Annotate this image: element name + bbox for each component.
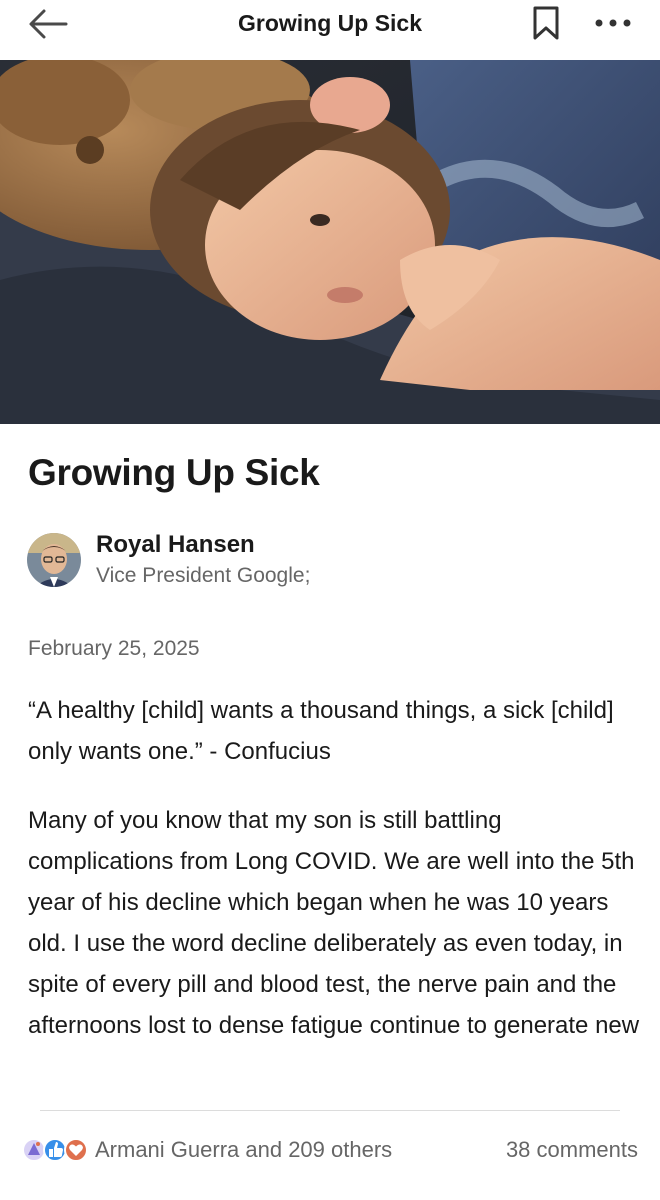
article-paragraph: Many of you know that my son is still ba… — [28, 807, 640, 1039]
header-title: Growing Up Sick — [237, 10, 423, 36]
publish-date: February 25, 2025 — [28, 637, 200, 660]
hero-photo — [0, 60, 660, 424]
article-quote: “A healthy [child] wants a thousand thin… — [28, 697, 614, 765]
top-bar: Growing Up Sick — [0, 0, 660, 60]
author-avatar[interactable] — [27, 533, 81, 587]
footer-divider — [40, 1110, 620, 1111]
love-icon — [64, 1138, 88, 1162]
reaction-icons[interactable] — [22, 1135, 90, 1165]
article-title: Growing Up Sick — [28, 452, 320, 493]
more-options-icon[interactable] — [592, 10, 634, 36]
hero-image — [0, 60, 660, 424]
author-headline: Vice President Google; — [96, 564, 311, 587]
comments-count[interactable]: 38 comments — [506, 1137, 638, 1163]
avatar-photo — [27, 533, 81, 587]
bookmark-icon[interactable] — [531, 5, 561, 41]
like-icon — [43, 1138, 67, 1162]
author-name[interactable]: Royal Hansen — [96, 531, 255, 559]
celebrate-icon — [22, 1138, 46, 1162]
reactions-summary[interactable]: Armani Guerra and 209 others — [95, 1137, 392, 1163]
